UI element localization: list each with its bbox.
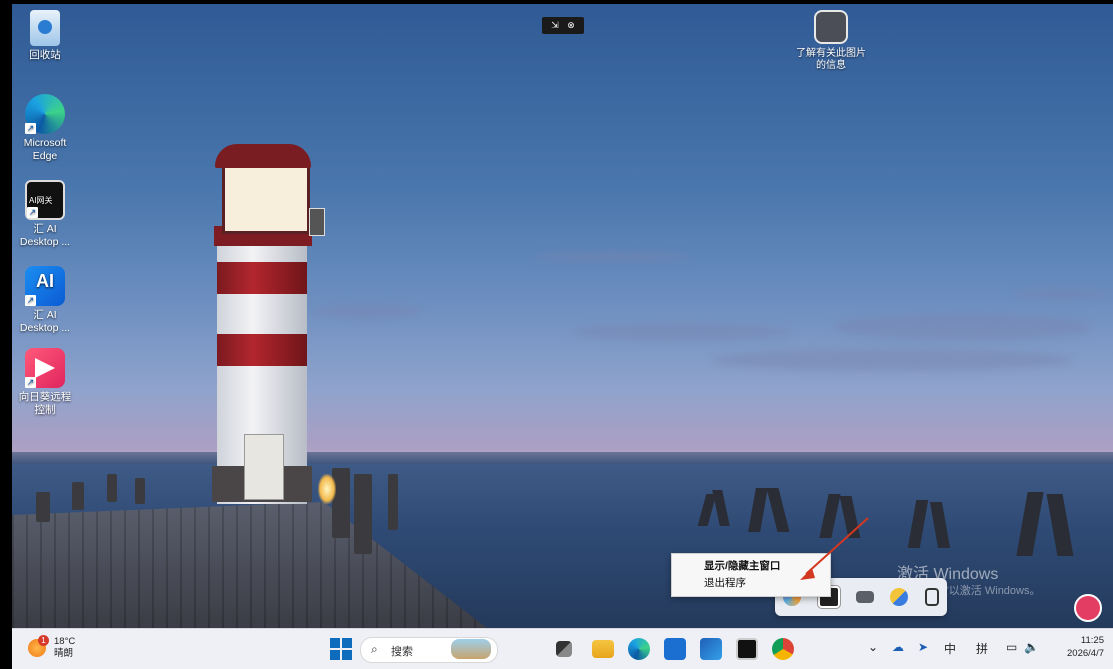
remote-control-bar[interactable]: ⇲ ⊗ <box>542 17 584 34</box>
clock-date: 2026/4/7 <box>1067 648 1104 659</box>
edge-icon: ↗ <box>25 94 65 134</box>
sunlogin-icon: ↗ <box>25 348 65 388</box>
search-highlight-image <box>451 639 491 659</box>
taskbar: 1 18°C 晴朗 ⌕ 搜索 ⌄ ☁ ➤ 中 拼 ▭ 🔈 11:25 2026/… <box>12 628 1113 669</box>
desktop-wallpaper: ⇲ ⊗ 回收站 ↗ Microsoft Edge AI网关 ↗ 汇 AI Des… <box>12 4 1113 668</box>
shortcut-arrow-icon: ↗ <box>25 123 36 134</box>
search-icon: ⌕ <box>371 642 378 656</box>
shortcut-arrow-icon: ↗ <box>25 295 36 306</box>
tray-context-menu: 显示/隐藏主窗口 退出程序 <box>671 553 831 597</box>
windows-logo-icon <box>330 638 340 648</box>
taskbar-clock[interactable]: 11:25 2026/4/7 <box>1058 634 1104 660</box>
desktop-icon-edge[interactable]: ↗ Microsoft Edge <box>12 94 78 163</box>
network-icon[interactable]: ▭ <box>1006 640 1017 654</box>
desktop-icon-ai-desktop[interactable]: AI ↗ 汇 AI Desktop ... <box>12 266 78 335</box>
usb-device-icon[interactable] <box>924 588 939 606</box>
copilot-tray-icon[interactable]: ☁ <box>892 640 904 654</box>
menu-item-toggle-main-window[interactable]: 显示/隐藏主窗口 <box>672 558 830 575</box>
ime-language-indicator[interactable]: 中 <box>944 640 956 657</box>
start-button[interactable] <box>330 638 352 660</box>
desktop-icon-ai-gateway[interactable]: AI网关 ↗ 汇 AI Desktop ... <box>12 180 78 249</box>
menu-item-exit[interactable]: 退出程序 <box>672 575 830 592</box>
learn-about-picture-icon[interactable]: 了解有关此图片的信息 <box>792 10 870 72</box>
pin-icon[interactable]: ⇲ <box>551 20 559 30</box>
outlook-icon[interactable] <box>700 638 722 660</box>
network-warning-icon[interactable] <box>890 588 909 606</box>
recycle-bin-icon <box>30 10 60 46</box>
shortcut-arrow-icon: ↗ <box>27 207 38 218</box>
volume-icon[interactable]: 🔈 <box>1024 640 1039 654</box>
picture-info-icon <box>814 10 848 44</box>
ime-mode-indicator[interactable]: 拼 <box>976 640 988 657</box>
close-icon[interactable]: ⊗ <box>567 20 575 30</box>
ai-icon: AI ↗ <box>25 266 65 306</box>
ai-gateway-taskbar-icon[interactable] <box>736 638 758 660</box>
weather-temperature: 18°C <box>54 636 76 647</box>
task-view-button[interactable] <box>556 641 572 657</box>
desktop-icon-recycle-bin[interactable]: 回收站 <box>12 10 78 62</box>
shortcut-arrow-icon: ↗ <box>25 377 36 388</box>
notification-badge: 1 <box>38 635 49 646</box>
desktop-icon-sunlogin[interactable]: ↗ 向日葵远程控制 <box>12 348 78 417</box>
sunlogin-floating-button[interactable] <box>1074 594 1102 622</box>
clock-time: 11:25 <box>1080 635 1104 646</box>
file-explorer-icon[interactable] <box>592 640 614 658</box>
taskbar-search[interactable]: ⌕ 搜索 <box>360 637 498 663</box>
edge-taskbar-icon[interactable] <box>628 638 650 660</box>
store-icon[interactable] <box>664 638 686 660</box>
show-hidden-icons-chevron[interactable]: ⌄ <box>868 640 878 654</box>
weather-condition: 晴朗 <box>54 648 74 659</box>
chrome-icon[interactable] <box>772 638 794 660</box>
ai-gateway-icon: AI网关 ↗ <box>25 180 65 220</box>
location-arrow-icon[interactable]: ➤ <box>918 640 928 654</box>
keyboard-icon[interactable] <box>855 591 874 603</box>
